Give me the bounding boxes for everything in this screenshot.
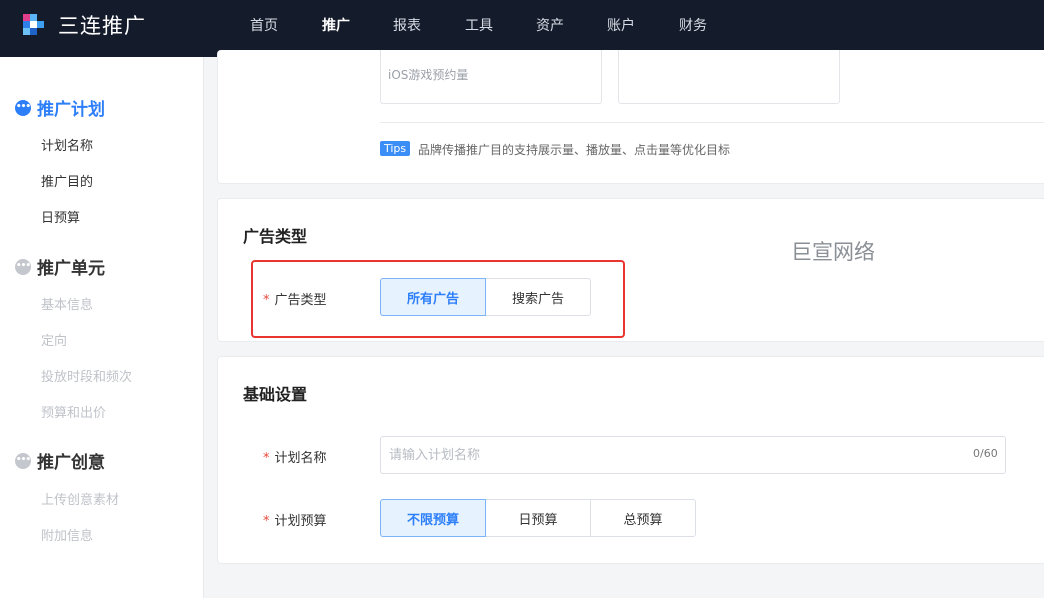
plan-name-input[interactable]: [380, 436, 1006, 474]
ad-type-label: * 广告类型: [263, 293, 327, 308]
plan-name-label: * 计划名称: [263, 451, 327, 466]
char-counter: 0/60: [973, 447, 998, 460]
divider: [380, 122, 1044, 123]
sidebar-group-label: 推广单元: [37, 259, 105, 279]
sidebar-group-label: 推广创意: [37, 453, 105, 473]
sidebar-item-basic-info[interactable]: 基本信息: [41, 294, 93, 313]
ad-type-card: [217, 198, 1044, 342]
nav-assets[interactable]: 资产: [536, 15, 564, 35]
sidebar-group-unit[interactable]: ••• 推广单元: [15, 254, 105, 279]
plan-budget-label: * 计划预算: [263, 514, 327, 529]
sidebar-item-extra-info[interactable]: 附加信息: [41, 525, 93, 544]
budget-option-daily[interactable]: 日预算: [485, 499, 591, 537]
sidebar-item-budget-bid[interactable]: 预算和出价: [41, 402, 106, 421]
ellipsis-circle-icon: •••: [15, 258, 31, 275]
sidebar-item-upload-creative[interactable]: 上传创意素材: [41, 489, 119, 508]
nav-home[interactable]: 首页: [250, 15, 278, 35]
section-title-ad-type: 广告类型: [243, 227, 308, 246]
sidebar-item-targeting[interactable]: 定向: [41, 330, 67, 349]
ad-type-option-search[interactable]: 搜索广告: [485, 278, 591, 316]
purpose-option-card[interactable]: [618, 50, 840, 104]
nav-tools[interactable]: 工具: [465, 15, 493, 35]
sidebar-item-schedule-frequency[interactable]: 投放时段和频次: [41, 366, 132, 385]
watermark-text: 巨宣网络: [791, 240, 875, 264]
sidebar-item-purpose[interactable]: 推广目的: [41, 171, 93, 190]
required-asterisk: *: [263, 451, 270, 466]
nav-finance[interactable]: 财务: [679, 15, 707, 35]
sidebar-item-daily-budget[interactable]: 日预算: [41, 207, 80, 226]
sidebar-group-label: 推广计划: [37, 100, 105, 120]
pixel-logo-icon[interactable]: [17, 8, 57, 48]
ellipsis-circle-icon: •••: [15, 99, 31, 116]
budget-option-unlimited[interactable]: 不限预算: [380, 499, 486, 537]
brand-name: 三连推广: [58, 14, 146, 38]
nav-account[interactable]: 账户: [607, 15, 635, 35]
tips-badge: Tips: [380, 141, 411, 156]
sidebar-group-creative[interactable]: ••• 推广创意: [15, 448, 105, 473]
required-asterisk: *: [263, 293, 270, 308]
sidebar-group-plan[interactable]: ••• 推广计划: [15, 95, 105, 120]
tips-text: 品牌传播推广目的支持展示量、播放量、点击量等优化目标: [418, 143, 731, 157]
section-title-basic: 基础设置: [243, 385, 308, 404]
sidebar: ••• 推广计划 计划名称 推广目的 日预算 ••• 推广单元 基本信息 定向 …: [0, 57, 204, 598]
ad-type-option-all[interactable]: 所有广告: [380, 278, 486, 316]
ellipsis-circle-icon: •••: [15, 452, 31, 469]
purpose-option-text: iOS游戏预约量: [388, 68, 469, 82]
required-asterisk: *: [263, 514, 270, 529]
nav-promotion[interactable]: 推广: [322, 15, 350, 35]
nav-reports[interactable]: 报表: [393, 15, 421, 35]
top-nav-bar: 三连推广 首页 推广 报表 工具 资产 账户 财务: [0, 0, 1044, 57]
sidebar-item-plan-name[interactable]: 计划名称: [41, 135, 93, 154]
budget-option-total[interactable]: 总预算: [590, 499, 696, 537]
